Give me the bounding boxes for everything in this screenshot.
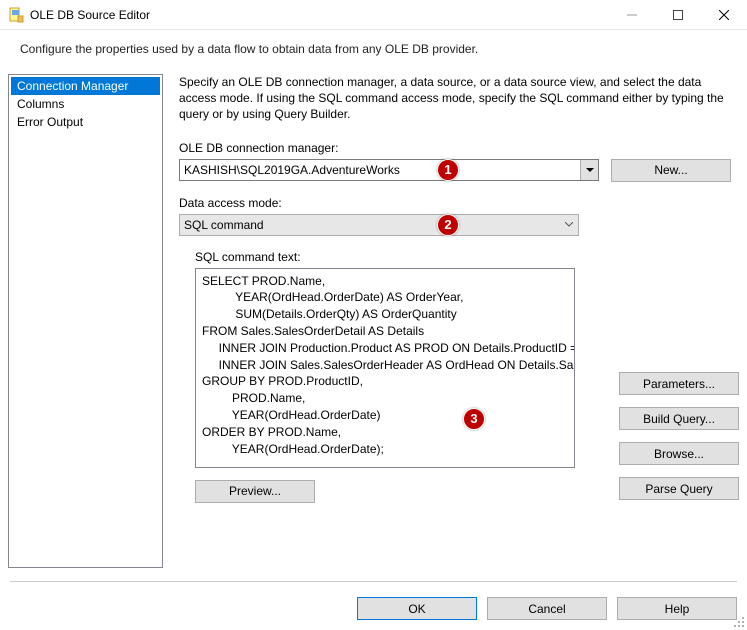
sql-command-label: SQL command text: [195, 250, 731, 264]
data-access-mode-value: SQL command [184, 218, 264, 232]
connection-manager-dropdown[interactable]: KASHISH\SQL2019GA.AdventureWorks [179, 159, 599, 181]
annotation-badge-3: 3 [463, 408, 485, 430]
sidebar-item-columns[interactable]: Columns [11, 95, 160, 113]
ok-button[interactable]: OK [357, 597, 477, 620]
panel-instruction: Specify an OLE DB connection manager, a … [179, 74, 731, 123]
help-button[interactable]: Help [617, 597, 737, 620]
resize-grip[interactable] [733, 616, 745, 628]
parse-query-button[interactable]: Parse Query [619, 477, 739, 500]
close-button[interactable] [701, 0, 747, 29]
dialog-footer: OK Cancel Help [357, 597, 737, 620]
app-icon [8, 7, 24, 23]
cancel-button[interactable]: Cancel [487, 597, 607, 620]
parameters-button[interactable]: Parameters... [619, 372, 739, 395]
minimize-button[interactable] [609, 0, 655, 29]
sidebar-item-error-output[interactable]: Error Output [11, 113, 160, 131]
window-title: OLE DB Source Editor [30, 8, 609, 22]
connection-manager-label: OLE DB connection manager: [179, 141, 731, 155]
dialog-description: Configure the properties used by a data … [0, 30, 747, 74]
browse-button[interactable]: Browse... [619, 442, 739, 465]
annotation-badge-1: 1 [437, 159, 459, 181]
category-list: Connection Manager Columns Error Output [8, 74, 163, 568]
preview-button[interactable]: Preview... [195, 480, 315, 503]
connection-manager-value: KASHISH\SQL2019GA.AdventureWorks [184, 163, 400, 177]
sidebar-item-connection-manager[interactable]: Connection Manager [11, 77, 160, 95]
data-access-mode-label: Data access mode: [179, 196, 731, 210]
title-bar: OLE DB Source Editor [0, 0, 747, 30]
separator [10, 581, 737, 582]
maximize-button[interactable] [655, 0, 701, 29]
data-access-mode-dropdown[interactable]: SQL command [179, 214, 579, 236]
chevron-down-icon [580, 160, 598, 180]
sql-command-textarea[interactable]: SELECT PROD.Name, YEAR(OrdHead.OrderDate… [195, 268, 575, 468]
new-connection-button[interactable]: New... [611, 159, 731, 182]
build-query-button[interactable]: Build Query... [619, 407, 739, 430]
annotation-badge-2: 2 [437, 214, 459, 236]
chevron-down-icon [560, 215, 578, 235]
